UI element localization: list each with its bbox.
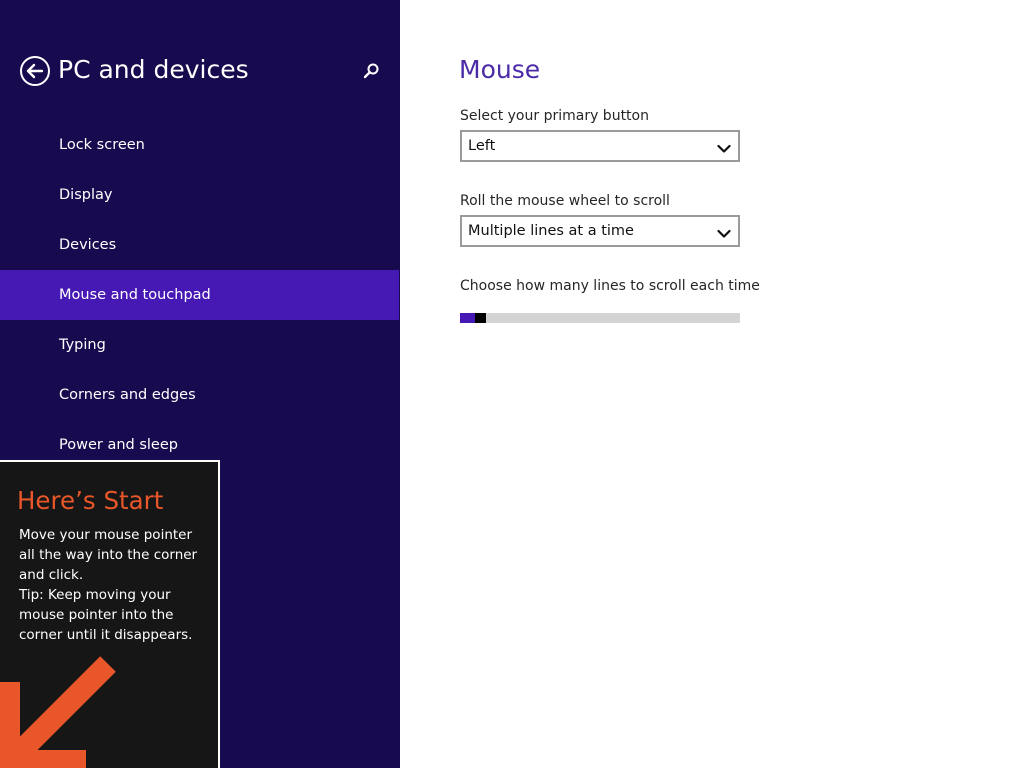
nav-item-mouse-and-touchpad[interactable]: Mouse and touchpad — [0, 270, 399, 320]
settings-screen: PC and devices Lock screen Display Devic… — [0, 0, 1024, 768]
chevron-down-icon — [717, 140, 731, 153]
arrow-down-left-icon — [0, 652, 130, 768]
nav-item-typing[interactable]: Typing — [0, 320, 400, 370]
wheel-scroll-value: Multiple lines at a time — [468, 223, 634, 239]
start-tip: Here’s Start Move your mouse pointer all… — [0, 460, 220, 768]
wheel-scroll-label: Roll the mouse wheel to scroll — [460, 193, 670, 209]
primary-button-value: Left — [468, 138, 496, 154]
nav-item-lock-screen[interactable]: Lock screen — [0, 120, 400, 170]
search-icon[interactable] — [361, 60, 383, 82]
nav-header: PC and devices — [0, 50, 400, 92]
nav-item-devices[interactable]: Devices — [0, 220, 400, 270]
slider-thumb[interactable] — [475, 313, 486, 323]
start-tip-instruction: Move your mouse pointer all the way into… — [19, 527, 198, 583]
primary-button-dropdown[interactable]: Left — [460, 130, 740, 162]
lines-to-scroll-slider[interactable] — [460, 313, 740, 323]
section-title: Mouse — [459, 55, 541, 84]
back-arrow-icon[interactable] — [19, 55, 51, 87]
page-title: PC and devices — [58, 55, 249, 84]
lines-to-scroll-label: Choose how many lines to scroll each tim… — [460, 278, 760, 294]
start-tip-body: Move your mouse pointer all the way into… — [19, 525, 209, 645]
primary-button-label: Select your primary button — [460, 108, 649, 124]
nav-item-display[interactable]: Display — [0, 170, 400, 220]
wheel-scroll-dropdown[interactable]: Multiple lines at a time — [460, 215, 740, 247]
nav-item-corners-and-edges[interactable]: Corners and edges — [0, 370, 400, 420]
nav-pane: PC and devices Lock screen Display Devic… — [0, 0, 400, 768]
start-tip-hint: Tip: Keep moving your mouse pointer into… — [19, 587, 193, 643]
slider-track — [460, 313, 740, 323]
start-tip-title: Here’s Start — [17, 486, 164, 515]
chevron-down-icon — [717, 225, 731, 238]
nav-list: Lock screen Display Devices Mouse and to… — [0, 120, 400, 470]
content-pane: Mouse Select your primary button Left Ro… — [400, 0, 1024, 768]
slider-fill — [460, 313, 475, 323]
